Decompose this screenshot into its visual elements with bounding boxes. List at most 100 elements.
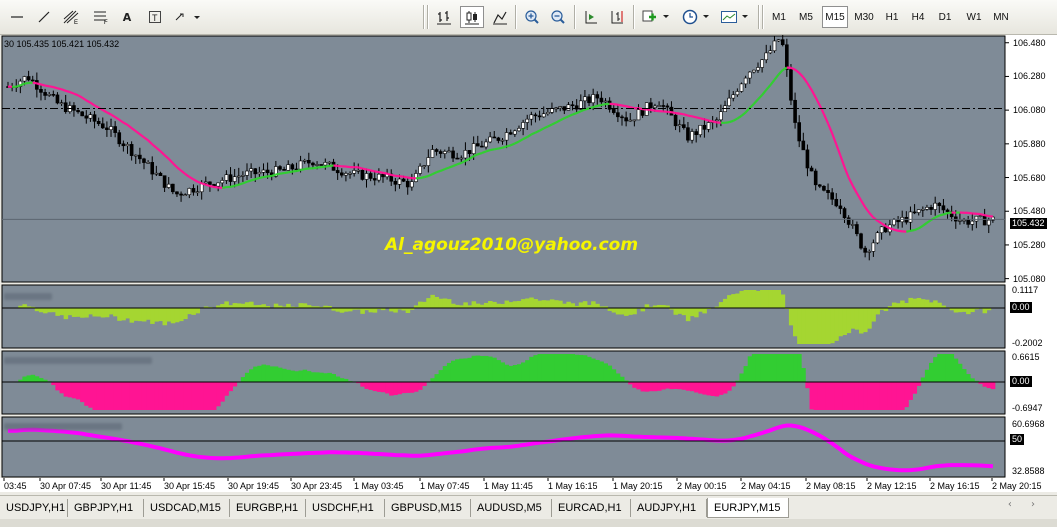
candle-body (492, 136, 497, 139)
auto-scroll-icon[interactable] (580, 6, 602, 28)
osc2-bar (863, 382, 868, 410)
tab-gbpusd-m15[interactable]: GBPUSD,M15 (385, 499, 471, 517)
osc2-bar (813, 382, 819, 410)
trendline-tool-icon[interactable] (34, 6, 54, 28)
osc2-bar (471, 355, 477, 382)
timeframe-m30-button[interactable]: M30 (851, 6, 877, 28)
candle-body (805, 149, 810, 169)
moving-average-segment (325, 164, 330, 168)
candle-body (204, 181, 208, 184)
moving-average-segment (345, 165, 351, 169)
timeframe-d1-button[interactable]: D1 (934, 6, 956, 28)
periods-clock-icon[interactable] (680, 6, 714, 28)
candle-body (30, 79, 35, 82)
moving-average-segment (24, 81, 29, 85)
osc2-bar (108, 382, 114, 410)
time-axis-label: 2 May 00:15 (677, 481, 727, 491)
timeframe-m1-button[interactable]: M1 (768, 6, 790, 28)
osc2-bar (842, 382, 847, 410)
osc1-bar (755, 290, 761, 308)
osc2-bar (434, 374, 440, 382)
timeframe-w1-button[interactable]: W1 (963, 6, 985, 28)
candle-body (335, 170, 340, 174)
candle-body (974, 215, 979, 222)
time-axis-label: 1 May 16:15 (548, 481, 598, 491)
bar-chart-icon[interactable] (433, 6, 455, 28)
candle-body (879, 226, 884, 234)
svg-text:E: E (74, 20, 78, 25)
chart-shift-icon[interactable] (606, 6, 628, 28)
osc2-bar (195, 382, 201, 410)
osc1-bar (961, 308, 967, 312)
osc1-bar (51, 308, 56, 313)
tab-audjpy-h1[interactable]: AUDJPY,H1 (631, 499, 707, 517)
tab-gbpjpy-h1[interactable]: GBPJPY,H1 (68, 499, 144, 517)
candle-body (892, 219, 896, 226)
osc2-bar (545, 354, 551, 382)
osc2-bar (162, 382, 168, 410)
osc1-bar (100, 308, 106, 318)
zoom-in-icon[interactable] (521, 6, 543, 28)
candle-body (978, 215, 983, 217)
osc2-bar (743, 366, 749, 382)
candle-body (855, 224, 859, 235)
tab-usdcad-m15[interactable]: USDCAD,M15 (144, 499, 230, 517)
osc2-bar (858, 382, 864, 410)
osc2-bar (294, 371, 299, 382)
osc1-bar (685, 308, 691, 322)
osc2-bar (549, 354, 555, 382)
osc2-bar (483, 355, 489, 382)
tab-eurcad-h1[interactable]: EURCAD,H1 (552, 499, 631, 517)
osc2-bar (269, 366, 275, 382)
osc1-bar (187, 308, 192, 315)
fibonacci-tool-icon[interactable]: F (90, 6, 112, 28)
tab-eurjpy-m15[interactable]: EURJPY,M15 (707, 498, 789, 518)
tab-usdjpy-h1[interactable]: USDJPY,H1 (0, 499, 68, 517)
timeframe-mn-button[interactable]: MN (989, 6, 1013, 28)
moving-average-segment (910, 228, 915, 232)
indicators-icon[interactable] (639, 6, 673, 28)
tab-eurgbp-h1[interactable]: EURGBP,H1 (230, 499, 306, 517)
osc2-bar (768, 354, 773, 382)
text-label-tool-icon[interactable]: T (145, 6, 165, 28)
candle-body (92, 114, 97, 122)
text-tool-button[interactable]: A (118, 6, 136, 28)
arrows-tool-icon[interactable] (172, 6, 204, 28)
osc1-bar (43, 308, 48, 314)
timeframe-m5-button[interactable]: M5 (795, 6, 817, 28)
candle-body (925, 207, 929, 210)
osc2-bar (34, 376, 40, 382)
osc2-bar (211, 382, 217, 410)
timeframe-h1-button[interactable]: H1 (881, 6, 903, 28)
tab-usdchf-h1[interactable]: USDCHF,H1 (306, 499, 385, 517)
subwindow2-indicator-name (4, 357, 152, 364)
templates-icon[interactable] (718, 6, 752, 28)
tab-audusd-m5[interactable]: AUDUSD,M5 (471, 499, 552, 517)
candle-body (867, 251, 872, 253)
pitchfork-tool-icon[interactable]: E (60, 6, 82, 28)
osc2-bar (240, 377, 246, 382)
chart-canvas[interactable] (0, 35, 1057, 492)
candle-body (566, 104, 571, 111)
candlestick-chart-icon[interactable] (460, 6, 484, 28)
osc1-bar (731, 294, 736, 308)
chart-window[interactable]: 30 105.435 105.421 105.432 Al_agouz2010@… (0, 35, 1057, 492)
tab-scroll-arrows[interactable]: ‹ › (1008, 499, 1043, 510)
line-chart-icon[interactable] (489, 6, 511, 28)
osc2-bar (401, 382, 407, 394)
line-tool-icon[interactable] (8, 6, 26, 28)
zoom-out-icon[interactable] (547, 6, 569, 28)
time-axis-label: 2 May 08:15 (806, 481, 856, 491)
osc2-bar (817, 382, 823, 410)
moving-average-segment (403, 175, 408, 179)
candle-body (96, 121, 101, 125)
candle-body (558, 106, 562, 109)
candle-body (616, 112, 620, 118)
osc1-bar (179, 308, 184, 322)
timeframe-m15-button[interactable]: M15 (822, 6, 848, 28)
osc2-bar (850, 382, 856, 410)
osc1-bar (426, 298, 431, 308)
osc2-bar (459, 358, 464, 382)
timeframe-h4-button[interactable]: H4 (907, 6, 929, 28)
osc1-bar (146, 308, 151, 320)
